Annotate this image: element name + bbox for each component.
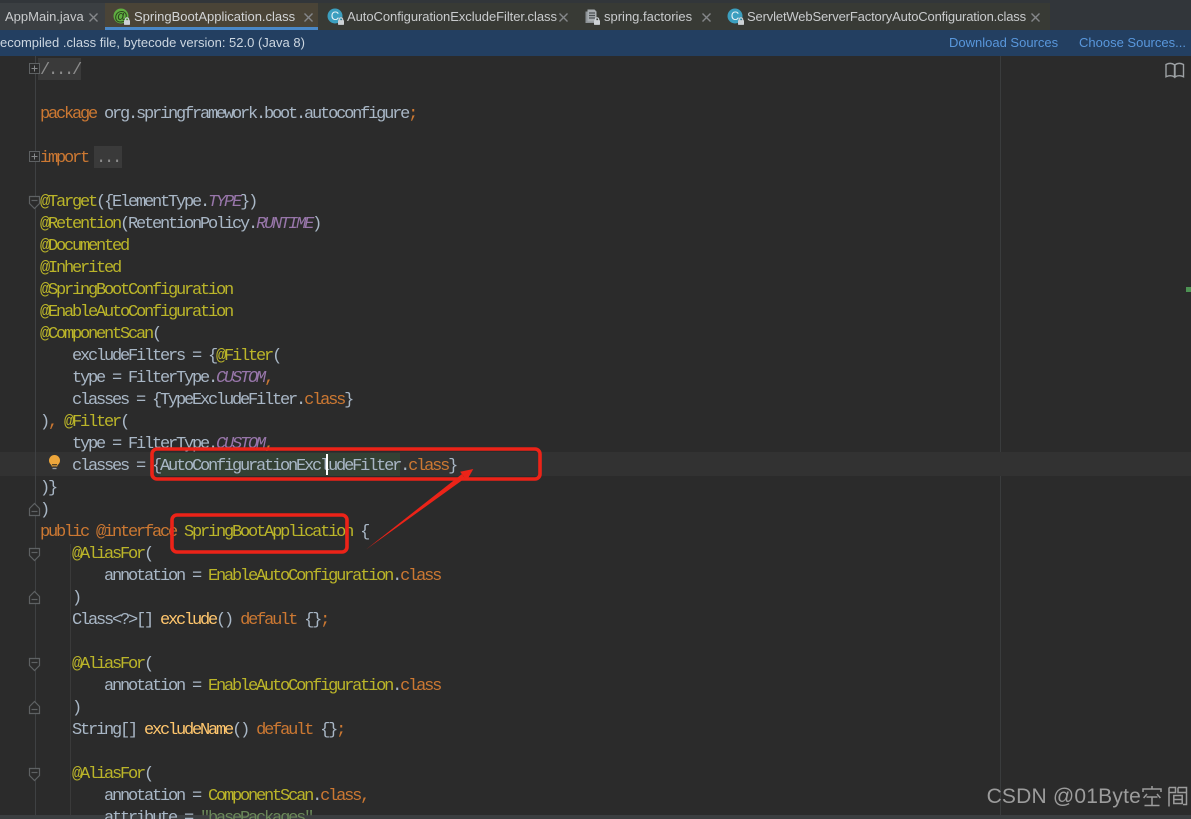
- svg-text:C: C: [731, 11, 739, 23]
- svg-text:C: C: [331, 11, 339, 23]
